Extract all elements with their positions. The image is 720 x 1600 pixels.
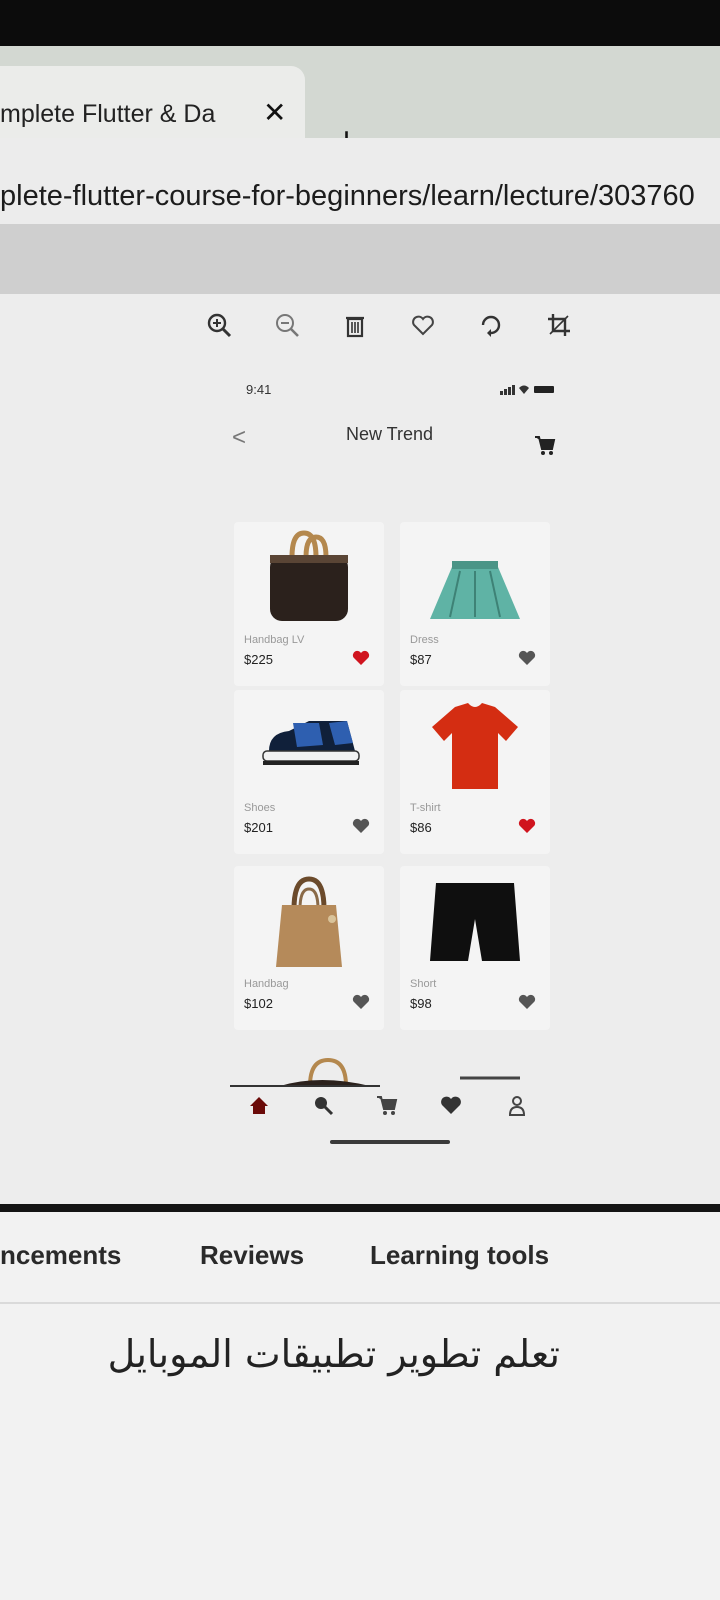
product-image-shoes	[234, 690, 384, 796]
trash-icon[interactable]	[342, 312, 368, 338]
heart-icon[interactable]	[410, 312, 436, 338]
screen-title: New Trend	[346, 424, 434, 444]
product-card-short[interactable]: Short $98	[400, 866, 550, 1030]
status-icons	[500, 385, 554, 395]
home-indicator	[330, 1140, 450, 1144]
product-image-handbag-lv	[234, 522, 384, 628]
product-card-dress[interactable]: Dress $87	[400, 522, 550, 686]
product-name: Handbag	[244, 978, 289, 990]
product-name: Dress	[410, 634, 439, 646]
product-image-tshirt	[400, 690, 550, 796]
product-name: Short	[410, 978, 437, 990]
video-player-border	[0, 1204, 720, 1212]
profile-icon[interactable]	[506, 1094, 528, 1116]
tab-announcements[interactable]: ncements	[0, 1240, 121, 1271]
zoom-out-icon[interactable]	[274, 312, 300, 338]
browser-tab-bar: mplete Flutter & Da ✕ +	[0, 46, 720, 158]
product-price: $98	[410, 996, 432, 1011]
zoom-in-icon[interactable]	[206, 312, 232, 338]
status-time: 9:41	[246, 382, 272, 397]
product-image-short	[400, 866, 550, 972]
product-price: $86	[410, 820, 432, 835]
product-price: $225	[244, 652, 273, 667]
address-bar[interactable]: plete-flutter-course-for-beginners/learn…	[0, 138, 720, 224]
cart-icon[interactable]	[534, 434, 556, 456]
bag-image	[270, 530, 348, 621]
favorite-heart-icon[interactable]	[518, 650, 536, 666]
product-price: $102	[244, 996, 273, 1011]
product-card-handbag-lv[interactable]: Handbag LV $225	[234, 522, 384, 686]
product-price: $201	[244, 820, 273, 835]
product-card-tshirt[interactable]: T-shirt $86	[400, 690, 550, 854]
product-price: $87	[410, 652, 432, 667]
top-bezel	[0, 0, 720, 46]
heart-icon[interactable]	[440, 1094, 462, 1116]
product-card-handbag[interactable]: Handbag $102	[234, 866, 384, 1030]
cart-icon[interactable]	[376, 1094, 398, 1116]
shorts-image	[430, 883, 520, 961]
back-button[interactable]: <	[232, 424, 246, 452]
favorite-heart-icon[interactable]	[518, 994, 536, 1010]
shoe-image	[262, 721, 360, 765]
url-text: plete-flutter-course-for-beginners/learn…	[0, 180, 695, 212]
favorite-heart-icon[interactable]	[518, 818, 536, 834]
bag-image	[276, 876, 342, 967]
tab-title: mplete Flutter & Da	[0, 100, 216, 128]
product-card-shoes[interactable]: Shoes $201	[234, 690, 384, 854]
search-icon[interactable]	[312, 1094, 334, 1116]
tab-reviews[interactable]: Reviews	[200, 1240, 304, 1271]
tshirt-image	[432, 703, 518, 789]
tabs-separator	[0, 1302, 720, 1304]
page-header-strip	[0, 224, 720, 294]
product-image-dress	[400, 522, 550, 628]
favorite-heart-icon[interactable]	[352, 650, 370, 666]
course-title: تعلم تطوير تطبيقات الموبايل	[107, 1332, 560, 1376]
bottom-navigation	[240, 1094, 540, 1124]
tab-learning-tools[interactable]: Learning tools	[370, 1240, 549, 1271]
favorite-heart-icon[interactable]	[352, 818, 370, 834]
favorite-heart-icon[interactable]	[352, 994, 370, 1010]
rotate-icon[interactable]	[478, 312, 504, 338]
product-name: T-shirt	[410, 802, 441, 814]
product-name: Shoes	[244, 802, 276, 814]
dress-image	[430, 561, 520, 619]
crop-icon[interactable]	[546, 312, 572, 338]
close-tab-icon[interactable]: ✕	[263, 96, 286, 129]
product-image-handbag	[234, 866, 384, 972]
product-name: Handbag LV	[244, 634, 305, 646]
next-row-preview	[230, 1057, 520, 1087]
home-icon[interactable]	[248, 1094, 270, 1116]
